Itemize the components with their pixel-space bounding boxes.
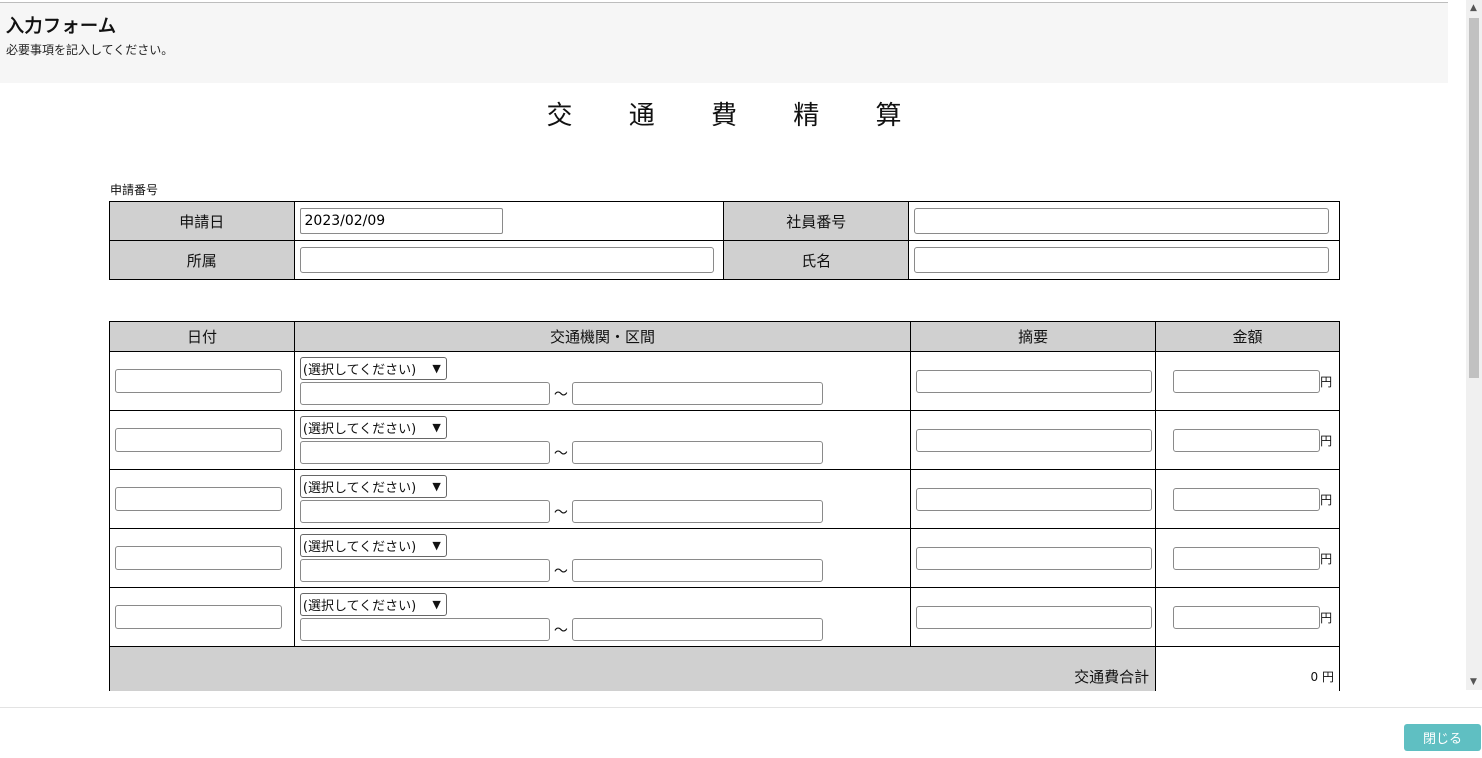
table-row: (選択してください) ▼ ～ 円 (109, 587, 1340, 647)
department-label: 所属 (109, 240, 295, 280)
yen-unit: 円 (1320, 610, 1333, 625)
page-subtitle: 必要事項を記入してください。 (6, 43, 174, 57)
chevron-down-icon: ▼ (432, 362, 441, 375)
yen-unit: 円 (1320, 374, 1333, 389)
row-date-input[interactable] (115, 605, 282, 629)
amount-column-header: 金額 (1155, 321, 1340, 352)
transport-method-value: (選択してください) (302, 422, 417, 437)
route-from-input[interactable] (299, 618, 550, 641)
row-summary-input[interactable] (916, 487, 1153, 511)
vertical-scrollbar[interactable]: ▲ ▼ (1466, 0, 1482, 690)
application-date-input[interactable] (299, 208, 503, 234)
scroll-up-icon[interactable]: ▲ (1470, 3, 1477, 13)
route-to-input[interactable] (571, 618, 823, 641)
transport-method-select[interactable]: (選択してください) ▼ (299, 416, 447, 439)
document-title: 交 通 費 精 算 (546, 101, 926, 131)
row-summary-input[interactable] (916, 428, 1153, 452)
row-amount-input[interactable] (1173, 428, 1321, 452)
route-column-header: 交通機関・区間 (293, 321, 912, 352)
route-to-input[interactable] (571, 559, 823, 582)
close-button[interactable]: 閉じる (1404, 724, 1481, 751)
route-from-input[interactable] (299, 500, 550, 523)
transport-method-select[interactable]: (選択してください) ▼ (299, 593, 447, 616)
form-header: 入力フォーム 必要事項を記入してください。 (0, 3, 1448, 83)
row-summary-input[interactable] (916, 605, 1153, 629)
route-from-input[interactable] (299, 382, 550, 405)
route-to-input[interactable] (571, 382, 823, 405)
footer-divider (0, 707, 1482, 708)
route-tilde: ～ (553, 504, 568, 521)
total-label: 交通費合計 (108, 646, 1157, 691)
application-number-label: 申請番号 (110, 183, 159, 197)
row-date-input[interactable] (115, 487, 282, 511)
department-input[interactable] (299, 247, 714, 273)
applicant-info-table: 申請日 社員番号 所属 氏名 (109, 201, 1340, 280)
row-date-input[interactable] (115, 546, 282, 570)
row-amount-input[interactable] (1173, 369, 1321, 393)
chevron-down-icon: ▼ (432, 598, 441, 611)
transport-method-select[interactable]: (選択してください) ▼ (299, 534, 447, 557)
route-from-input[interactable] (299, 441, 550, 464)
table-row: (選択してください) ▼ ～ 円 (109, 351, 1340, 411)
yen-unit: 円 (1320, 492, 1333, 507)
row-date-input[interactable] (115, 428, 282, 452)
summary-column-header: 摘要 (910, 321, 1157, 352)
form-content: 交 通 費 精 算 申請番号 申請日 社員番号 所属 氏名 (0, 83, 1448, 691)
yen-unit: 円 (1320, 551, 1333, 566)
row-summary-input[interactable] (916, 369, 1153, 393)
name-input[interactable] (914, 247, 1329, 273)
row-amount-input[interactable] (1173, 605, 1321, 629)
transport-method-select[interactable]: (選択してください) ▼ (299, 475, 447, 498)
employee-number-label: 社員番号 (723, 201, 909, 241)
route-tilde: ～ (553, 386, 568, 403)
transport-expense-table: 日付 交通機関・区間 摘要 金額 (選択してください) ▼ ～ 円 (選択してくだ… (108, 321, 1340, 691)
table-row: (選択してください) ▼ ～ 円 (109, 410, 1340, 470)
yen-unit: 円 (1320, 433, 1333, 448)
transport-method-select[interactable]: (選択してください) ▼ (299, 357, 447, 380)
route-to-input[interactable] (571, 500, 823, 523)
chevron-down-icon: ▼ (432, 539, 441, 552)
route-tilde: ～ (553, 563, 568, 580)
transport-method-value: (選択してください) (302, 540, 417, 555)
row-amount-input[interactable] (1173, 487, 1321, 511)
route-tilde: ～ (553, 622, 568, 639)
transport-method-value: (選択してください) (302, 363, 417, 378)
total-row: 交通費合計 0 円 (108, 646, 1340, 691)
table-row: (選択してください) ▼ ～ 円 (109, 469, 1340, 529)
name-label: 氏名 (723, 240, 909, 280)
transport-method-value: (選択してください) (302, 481, 417, 496)
employee-number-input[interactable] (914, 208, 1329, 234)
scrollbar-thumb[interactable] (1469, 18, 1479, 378)
page-title: 入力フォーム (6, 16, 117, 37)
route-from-input[interactable] (299, 559, 550, 582)
date-column-header: 日付 (109, 321, 295, 352)
route-to-input[interactable] (571, 441, 823, 464)
chevron-down-icon: ▼ (432, 480, 441, 493)
transport-method-value: (選択してください) (302, 599, 417, 614)
scroll-down-icon[interactable]: ▼ (1470, 677, 1477, 687)
application-date-label: 申請日 (109, 201, 295, 241)
route-tilde: ～ (553, 445, 568, 462)
row-date-input[interactable] (115, 369, 282, 393)
chevron-down-icon: ▼ (432, 421, 441, 434)
row-summary-input[interactable] (916, 546, 1153, 570)
row-amount-input[interactable] (1173, 546, 1321, 570)
total-value: 0 円 (1155, 646, 1340, 691)
table-row: (選択してください) ▼ ～ 円 (109, 528, 1340, 588)
